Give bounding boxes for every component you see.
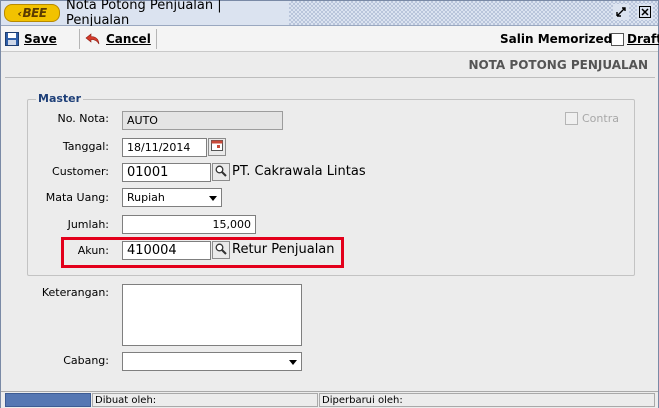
jumlah-value: 15,000: [212, 218, 252, 231]
back-arrow-icon: ‹: [17, 6, 22, 20]
document-title: NOTA POTONG PENJUALAN: [468, 58, 648, 72]
akun-label: Akun:: [77, 244, 109, 257]
toolbar-separator: [156, 29, 157, 49]
restore-icon[interactable]: [613, 4, 629, 20]
contra-toggle[interactable]: Contra: [565, 112, 619, 125]
customer-label: Customer:: [52, 165, 109, 178]
no-nota-field: AUTO: [122, 111, 283, 130]
status-bar: Dibuat oleh: Diperbarui oleh:: [1, 391, 658, 408]
draft-label: Draft: [627, 32, 659, 46]
draft-toggle[interactable]: Draft: [611, 30, 659, 48]
contra-checkbox[interactable]: [565, 112, 578, 125]
customer-lookup-button[interactable]: [212, 163, 230, 181]
jumlah-label: Jumlah:: [67, 218, 109, 231]
akun-code-value: 410004: [127, 243, 177, 258]
toolbar: Save Cancel Salin Memorized Draft: [1, 26, 659, 52]
status-progress: [5, 393, 91, 407]
draft-checkbox[interactable]: [611, 32, 624, 46]
title-bar[interactable]: ‹ BEE Nota Potong Penjualan | Penjualan: [1, 0, 658, 28]
undo-arrow-icon: [85, 32, 101, 46]
cancel-button[interactable]: Cancel: [85, 30, 151, 48]
diperbarui-oleh-label: Diperbarui oleh:: [322, 394, 403, 406]
akun-name: Retur Penjualan: [232, 242, 335, 257]
customer-code-input[interactable]: 01001: [122, 163, 211, 182]
tanggal-input[interactable]: 18/11/2014: [122, 138, 207, 157]
master-legend: Master: [36, 92, 84, 105]
save-label: Save: [24, 32, 57, 46]
close-icon[interactable]: [637, 4, 653, 20]
toolbar-separator: [79, 29, 80, 49]
bee-logo: ‹ BEE: [4, 4, 60, 22]
magnifier-icon: [215, 165, 227, 180]
dibuat-oleh-cell: Dibuat oleh:: [92, 393, 318, 407]
cabang-label: Cabang:: [63, 354, 109, 367]
salin-memorized-label: Salin Memorized: [500, 32, 613, 46]
no-nota-label: No. Nota:: [57, 112, 109, 125]
window: ‹ BEE Nota Potong Penjualan | Penjualan …: [0, 0, 659, 408]
cancel-label: Cancel: [106, 32, 151, 46]
window-title: Nota Potong Penjualan | Penjualan: [66, 0, 222, 28]
calendar-icon: [211, 140, 223, 154]
divider: [5, 77, 655, 78]
save-button[interactable]: Save: [5, 30, 57, 48]
contra-label: Contra: [582, 112, 619, 125]
akun-code-input[interactable]: 410004: [122, 241, 211, 260]
keterangan-label: Keterangan:: [41, 286, 109, 299]
mata-uang-label: Mata Uang:: [45, 191, 109, 204]
keterangan-textarea[interactable]: [122, 284, 302, 346]
floppy-disk-icon: [5, 32, 19, 46]
magnifier-icon: [215, 243, 227, 258]
mata-uang-select[interactable]: Rupiah: [122, 188, 222, 207]
customer-name: PT. Cakrawala Lintas: [232, 164, 366, 179]
salin-memorized-button[interactable]: Salin Memorized: [500, 30, 612, 48]
chevron-down-icon: [209, 196, 217, 201]
chevron-down-icon: [289, 360, 297, 365]
jumlah-input[interactable]: 15,000: [122, 215, 256, 234]
tanggal-label: Tanggal:: [62, 140, 109, 153]
title-left: ‹ BEE Nota Potong Penjualan | Penjualan: [1, 0, 289, 28]
cabang-select[interactable]: [122, 352, 302, 371]
akun-lookup-button[interactable]: [212, 241, 230, 259]
tanggal-value: 18/11/2014: [127, 141, 191, 154]
customer-code-value: 01001: [127, 165, 169, 180]
dibuat-oleh-label: Dibuat oleh:: [95, 394, 157, 406]
mata-uang-value: Rupiah: [127, 191, 165, 204]
diperbarui-oleh-cell: Diperbarui oleh:: [319, 393, 655, 407]
calendar-button[interactable]: [208, 138, 226, 156]
no-nota-value: AUTO: [127, 114, 158, 127]
logo-text: BEE: [22, 6, 48, 20]
